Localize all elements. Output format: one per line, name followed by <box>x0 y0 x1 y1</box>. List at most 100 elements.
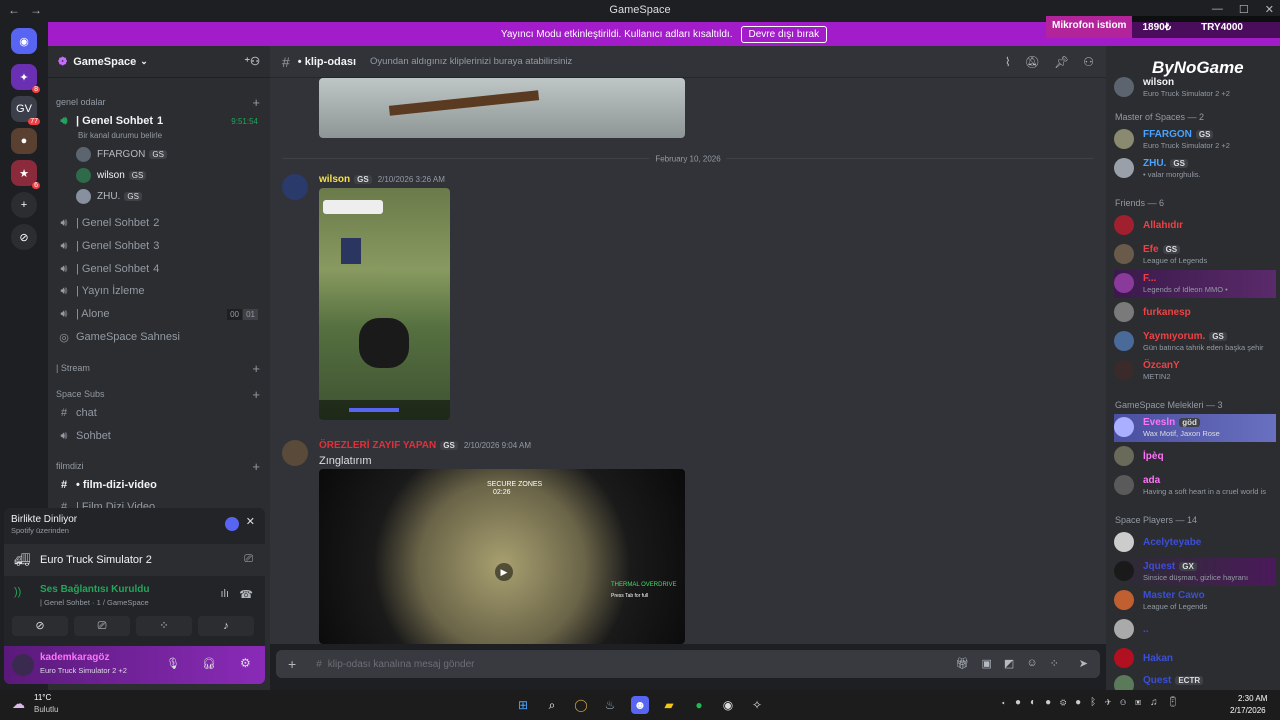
emoji-icon[interactable]: ☺ <box>1026 657 1037 670</box>
member-row[interactable]: Acelyteyabe <box>1114 529 1276 557</box>
member-row[interactable]: .. <box>1114 616 1276 644</box>
author-name[interactable]: ÖREZLERİ ZAYIF YAPAN <box>319 440 436 451</box>
server-gv-icon[interactable]: GV 77 <box>11 96 40 125</box>
server-flag-icon[interactable]: ★ 6 <box>11 160 40 189</box>
voice-channel-alone[interactable]: 🔊︎ | Alone 00 01 <box>56 304 262 324</box>
system-tray-icons[interactable]: ◂●◐●⚙●ᛒ✈⚇▣♫🔋︎ <box>1000 697 1188 708</box>
member-row[interactable]: F... Legends of Idleon MMO • <box>1114 270 1276 298</box>
activity-row[interactable]: 🚚︎ Euro Truck Simulator 2 ⎚ <box>4 544 265 576</box>
voice-user[interactable]: wilson GS <box>76 166 147 184</box>
member-row[interactable]: furkanesp <box>1114 299 1276 327</box>
home-icon[interactable]: ◉ <box>11 28 37 54</box>
category-space-subs[interactable]: Space Subs + <box>56 384 262 404</box>
member-list-icon[interactable]: ⚇ <box>1083 55 1094 69</box>
channel-status[interactable]: Bir kanal durumu belirle <box>78 125 284 145</box>
message-input[interactable]: klip-odası kanalına mesaj gönder <box>328 659 475 670</box>
member-row[interactable]: Master Cawo League of Legends <box>1114 587 1276 615</box>
message-image-clip[interactable] <box>319 78 685 138</box>
soundboard-button[interactable]: ♪ <box>198 616 254 636</box>
share-screen-button[interactable]: ⎚ <box>74 616 130 636</box>
server-avatar-icon[interactable]: ● <box>11 128 37 154</box>
weather-desc[interactable]: Bulutlu <box>34 705 58 714</box>
discord-icon[interactable]: ☻ <box>631 696 649 714</box>
text-channel-film-dizi-video[interactable]: # • film-dizi-video <box>56 475 262 495</box>
video-controls[interactable] <box>319 400 450 420</box>
member-row[interactable]: ÖzcanY METIN2 <box>1114 357 1276 385</box>
message-video-clip[interactable]: SECURE ZONES 02:26 THERMAL OVERDRIVE Pre… <box>319 469 685 644</box>
avatar[interactable] <box>282 440 308 466</box>
camera-off-button[interactable]: ⊘ <box>12 616 68 636</box>
disable-streamer-mode-button[interactable]: Devre dışı bırak <box>740 25 828 43</box>
add-channel-icon[interactable]: + <box>252 95 260 110</box>
account-name[interactable]: kademkaragöz <box>40 652 109 663</box>
add-channel-icon[interactable]: + <box>252 387 260 402</box>
voice-channel-genel-sohbet-3[interactable]: 🔊︎ | Genel Sohbet 3 <box>56 236 262 256</box>
voice-user[interactable]: FFARGON GS <box>76 145 167 163</box>
text-channel-chat[interactable]: # chat <box>56 403 262 423</box>
microphone-icon[interactable]: 🎙︎ <box>166 657 180 670</box>
gift-icon[interactable]: 🎁︎ <box>956 657 970 670</box>
file-explorer-icon[interactable]: ▰ <box>660 696 678 714</box>
member-row[interactable]: wilson Euro Truck Simulator 2 +2 <box>1114 74 1276 102</box>
disconnect-icon[interactable]: ☎ <box>239 588 253 601</box>
channel-topic[interactable]: Oyundan aldıgınız kliplerinizi buraya at… <box>370 56 572 67</box>
add-channel-icon[interactable]: + <box>252 459 260 474</box>
explore-icon[interactable]: ⊘ <box>11 224 37 250</box>
add-channel-icon[interactable]: + <box>252 361 260 376</box>
member-row[interactable]: Hakan <box>1114 645 1276 673</box>
app-icon[interactable]: ◯ <box>572 696 590 714</box>
category-filmdizi[interactable]: filmdizi + <box>56 456 262 476</box>
category-genel-odalar[interactable]: genel odalar + <box>56 92 262 112</box>
weather-temp[interactable]: 11°C <box>34 693 51 702</box>
noise-suppression-icon[interactable]: ılı <box>220 588 229 600</box>
windows-start-icon[interactable]: ⊞ <box>514 696 532 714</box>
steam-icon[interactable]: ♨ <box>601 696 619 714</box>
message-video-clip[interactable] <box>319 188 450 420</box>
play-icon[interactable]: ▶ <box>495 563 513 581</box>
member-row[interactable]: Efe GS League of Legends <box>1114 241 1276 269</box>
member-row[interactable]: Jquest GX Sinsice düşman, gizlice hayranı <box>1114 558 1276 586</box>
gif-icon[interactable]: ▣ <box>982 657 992 670</box>
apps-icon[interactable]: ⁘ <box>1050 657 1059 670</box>
notification-bell-icon[interactable]: 🔕︎ <box>1025 55 1040 69</box>
maximize-icon[interactable]: ☐ <box>1239 3 1249 16</box>
stage-channel[interactable]: ◎ GameSpace Sahnesi <box>56 327 262 347</box>
member-row[interactable]: ada Having a soft heart in a cruel world … <box>1114 472 1276 500</box>
voice-connected[interactable]: Ses Bağlantısı Kuruldu <box>40 584 149 595</box>
avatar[interactable] <box>12 654 34 676</box>
message-author[interactable]: wilson GS 2/10/2026 3:26 AM <box>319 174 445 185</box>
voice-channel-genel-sohbet-4[interactable]: 🔊︎ | Genel Sohbet 4 <box>56 259 262 279</box>
member-row[interactable]: Allahıdır <box>1114 212 1276 240</box>
author-name[interactable]: wilson <box>319 174 350 185</box>
message-composer[interactable]: + # klip-odası kanalına mesaj gönder 🎁︎ … <box>276 650 1100 678</box>
voice-channel-genel-sohbet-2[interactable]: 🔊︎ | Genel Sohbet 2 <box>56 213 262 233</box>
server-gamespace-icon[interactable]: ✦ 8 <box>11 64 40 93</box>
clock-time[interactable]: 2:30 AM <box>1238 694 1267 703</box>
headphones-icon[interactable]: 🎧︎ <box>202 657 216 670</box>
member-row[interactable]: İpèq <box>1114 443 1276 471</box>
category-stream[interactable]: | Stream + <box>56 358 262 378</box>
minimize-icon[interactable]: — <box>1212 3 1223 16</box>
search-icon[interactable]: ⌕ <box>543 696 561 714</box>
invite-icon[interactable]: ⁺⚇ <box>244 55 260 68</box>
clock-date[interactable]: 2/17/2026 <box>1230 706 1266 715</box>
add-server-icon[interactable]: + <box>11 192 37 218</box>
add-attachment-icon[interactable]: + <box>288 656 296 672</box>
member-row[interactable]: Yaymıyorum. GS Gün batınca tahrik eden baş… <box>1114 328 1276 356</box>
close-icon[interactable]: ✕ <box>1265 3 1274 16</box>
sticker-icon[interactable]: ◩ <box>1004 657 1014 670</box>
chrome-icon[interactable]: ◉ <box>719 696 737 714</box>
server-header[interactable]: ❁ GameSpace ⌄ ⁺⚇ <box>48 46 270 78</box>
threads-icon[interactable]: ⌇ <box>1005 55 1011 69</box>
close-icon[interactable]: ✕ <box>246 515 255 528</box>
pin-icon[interactable]: 📌︎ <box>1054 55 1069 69</box>
voice-user[interactable]: ZHU. GS <box>76 187 142 205</box>
window-controls[interactable]: — ☐ ✕ <box>1212 3 1274 16</box>
spotify-icon[interactable]: ● <box>690 696 708 714</box>
app-icon[interactable]: ✧ <box>748 696 766 714</box>
member-row[interactable]: Evesln göd Wax Motif, Jaxon Rose <box>1114 414 1276 442</box>
avatar[interactable] <box>282 174 308 200</box>
voice-channel-yayin-izleme[interactable]: 🔊︎ | Yayın İzleme <box>56 281 262 301</box>
activities-button[interactable]: ⁘ <box>136 616 192 636</box>
settings-gear-icon[interactable]: ⚙ <box>240 656 251 670</box>
